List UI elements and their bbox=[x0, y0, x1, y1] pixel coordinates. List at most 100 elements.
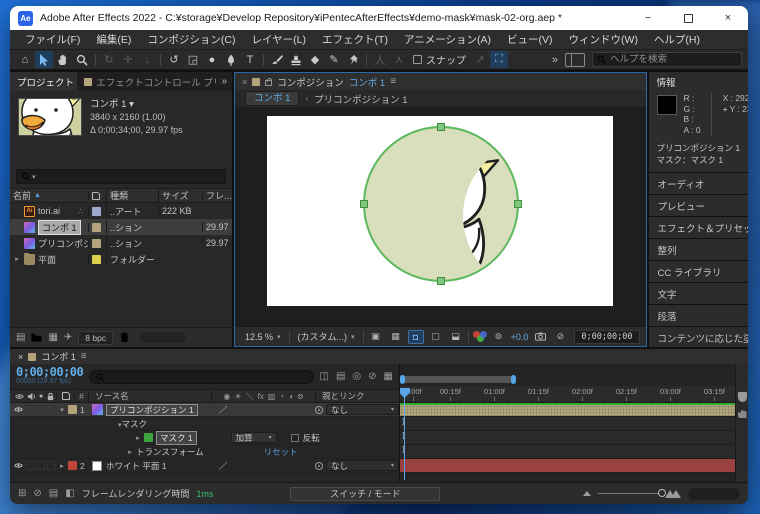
composition-canvas[interactable] bbox=[267, 116, 614, 306]
track-mask-group[interactable]: I bbox=[400, 417, 735, 431]
mask-group-row[interactable]: ▾マスク bbox=[10, 417, 399, 431]
solo-cell[interactable] bbox=[36, 461, 45, 470]
mask-visibility-icon[interactable]: ◘ bbox=[407, 329, 424, 344]
breadcrumb-current[interactable]: コンポ 1 bbox=[245, 91, 300, 106]
shape-tool-icon[interactable]: ● bbox=[203, 51, 221, 68]
pan-behind-tool-icon[interactable]: ◲ bbox=[184, 51, 202, 68]
frame-blend-switch-icon[interactable]: ▥ bbox=[268, 392, 276, 401]
quality-switch-icon[interactable]: ＼ bbox=[245, 391, 253, 402]
parent-pickwhip-icon[interactable] bbox=[315, 461, 323, 470]
mask1-row[interactable]: ▸ マスク 1 加算 ▾ 反転 bbox=[10, 430, 399, 445]
preserve-underlying-icon[interactable]: ⊘ bbox=[33, 488, 41, 499]
mask-mode-select[interactable]: 加算 ▾ bbox=[230, 432, 277, 443]
project-flowchart-icon[interactable]: ✈ bbox=[64, 332, 72, 343]
video-eye-icon[interactable] bbox=[15, 392, 24, 401]
project-search-input[interactable] bbox=[37, 171, 221, 182]
snap-options-icon[interactable]: ↗ bbox=[471, 51, 489, 68]
breadcrumb-parent[interactable]: プリコンポジション 1 bbox=[314, 92, 407, 106]
3d-switch-icon[interactable]: ⊚ bbox=[297, 392, 304, 401]
menu-help[interactable]: ヘルプ(H) bbox=[647, 30, 707, 49]
close-tab-icon[interactable]: × bbox=[18, 352, 23, 362]
column-parent-link[interactable]: 親とリンク bbox=[315, 390, 399, 402]
comp-button-icon[interactable] bbox=[737, 410, 747, 418]
layer-row-precomposition-1[interactable]: ▾ 1 プリコンポジション 1 ／ なし ▾ bbox=[10, 403, 399, 417]
label-chip[interactable] bbox=[92, 254, 101, 264]
snap-checkbox[interactable] bbox=[413, 55, 422, 64]
pen-tool-icon[interactable] bbox=[222, 51, 240, 68]
tab-project[interactable]: プロジェクト ≡ bbox=[10, 72, 78, 91]
timeline-zoom-navigator[interactable] bbox=[400, 375, 516, 384]
help-search-box[interactable] bbox=[592, 52, 742, 67]
label-chip[interactable] bbox=[92, 206, 101, 216]
menu-file[interactable]: ファイル(F) bbox=[18, 30, 87, 49]
collapse-caret-icon[interactable]: ▾ bbox=[56, 406, 68, 414]
column-type[interactable]: 種類 bbox=[106, 189, 158, 202]
exposure-value[interactable]: +0.0 bbox=[511, 332, 529, 342]
search-options-caret[interactable]: ▾ bbox=[32, 173, 36, 181]
label-chip[interactable] bbox=[92, 238, 101, 248]
expand-bounds-icon[interactable]: ⛶ bbox=[490, 51, 508, 68]
frame-blending-icon[interactable]: ⊘ bbox=[368, 371, 376, 382]
layer-name[interactable]: ホワイト 平面 1 bbox=[106, 460, 211, 472]
home-icon[interactable]: ⌂ bbox=[16, 51, 34, 68]
project-footer-slider[interactable] bbox=[140, 332, 187, 343]
graph-editor-icon[interactable]: ▦ bbox=[384, 371, 393, 382]
hide-shy-layers-icon[interactable]: ◎ bbox=[352, 371, 361, 382]
eraser-tool-icon[interactable]: ◆ bbox=[306, 51, 324, 68]
dolly-camera-tool-icon[interactable]: ↓ bbox=[138, 51, 156, 68]
panel-character[interactable]: 文字 bbox=[648, 283, 748, 304]
switches-modes-button[interactable]: スイッチ / モード bbox=[290, 486, 441, 501]
region-of-interest-icon[interactable]: ▢ bbox=[428, 330, 444, 344]
audio-cell[interactable] bbox=[25, 405, 34, 414]
toolbar-overflow-chevron[interactable]: » bbox=[546, 54, 564, 66]
comp-mini-flowchart-icon[interactable]: ◫ bbox=[320, 371, 329, 382]
panel-align[interactable]: 整列 bbox=[648, 239, 748, 260]
blend-mode-icon[interactable]: ⊞ bbox=[18, 488, 26, 499]
lock-icon[interactable] bbox=[265, 78, 273, 86]
show-channels-icon[interactable] bbox=[472, 330, 487, 343]
motion-blur-switch-icon[interactable]: ◔ bbox=[279, 392, 284, 401]
quality-toggle[interactable]: ／ bbox=[219, 404, 228, 416]
timeline-search-input[interactable] bbox=[107, 371, 307, 382]
visibility-eye-icon[interactable] bbox=[14, 461, 23, 470]
menu-window[interactable]: ウィンドウ(W) bbox=[562, 30, 645, 49]
zoom-out-mountain-icon[interactable] bbox=[583, 491, 591, 496]
column-frame-rate[interactable]: フレ... bbox=[202, 189, 232, 202]
zoom-level-select[interactable]: 12.5 % ▾ bbox=[241, 332, 285, 342]
zoom-tool-icon[interactable] bbox=[73, 51, 91, 68]
audio-speaker-icon[interactable] bbox=[27, 392, 36, 401]
info-panel-title[interactable]: 情報 bbox=[657, 75, 676, 89]
hand-tool-icon[interactable] bbox=[54, 51, 72, 68]
comp-marker-icon[interactable] bbox=[737, 392, 747, 402]
track-transform[interactable]: I bbox=[400, 445, 735, 459]
column-layer-number[interactable]: # bbox=[74, 391, 88, 401]
label-chip[interactable] bbox=[92, 222, 101, 232]
mask-invert-checkbox[interactable] bbox=[290, 433, 299, 442]
column-label[interactable] bbox=[88, 191, 106, 200]
timeline-search-box[interactable] bbox=[89, 369, 314, 384]
column-source-name[interactable]: ソース名 bbox=[88, 390, 211, 402]
menu-animation[interactable]: アニメーション(A) bbox=[397, 30, 498, 49]
tab-effect-controls[interactable]: エフェクトコントロール プリコン bbox=[77, 72, 216, 91]
track-mask1[interactable]: I bbox=[400, 431, 735, 445]
collapse-switch-icon[interactable]: ☀ bbox=[234, 392, 241, 401]
mask-color-chip[interactable] bbox=[144, 433, 153, 442]
puppet-bend-pin-icon[interactable]: ⋏ bbox=[390, 51, 408, 68]
transform-reset-link[interactable]: リセット bbox=[264, 446, 298, 458]
track-bar-precomposition[interactable] bbox=[400, 403, 735, 417]
selection-tool-icon[interactable] bbox=[35, 51, 53, 68]
puppet-pin-tool-icon[interactable] bbox=[344, 51, 362, 68]
transparency-grid-icon[interactable]: ▦ bbox=[388, 330, 404, 344]
menu-view[interactable]: ビュー(V) bbox=[500, 30, 560, 49]
panel-paragraph[interactable]: 段落 bbox=[648, 305, 748, 326]
fx-switch-icon[interactable]: fx bbox=[257, 392, 263, 401]
menu-layer[interactable]: レイヤー(L) bbox=[245, 30, 314, 49]
shy-switch-icon[interactable]: ◉ bbox=[223, 392, 230, 401]
minimize-button[interactable]: − bbox=[628, 6, 668, 30]
zoom-slider-handle[interactable] bbox=[658, 489, 666, 497]
expand-caret-icon[interactable]: ▸ bbox=[124, 448, 136, 456]
timeline-zoom-slider[interactable] bbox=[598, 489, 666, 497]
project-search-box[interactable]: ▾ bbox=[16, 169, 226, 184]
current-timecode[interactable]: 0;00;00;00 bbox=[16, 366, 84, 378]
pixel-aspect-correction-icon[interactable]: ⬓ bbox=[448, 330, 464, 344]
